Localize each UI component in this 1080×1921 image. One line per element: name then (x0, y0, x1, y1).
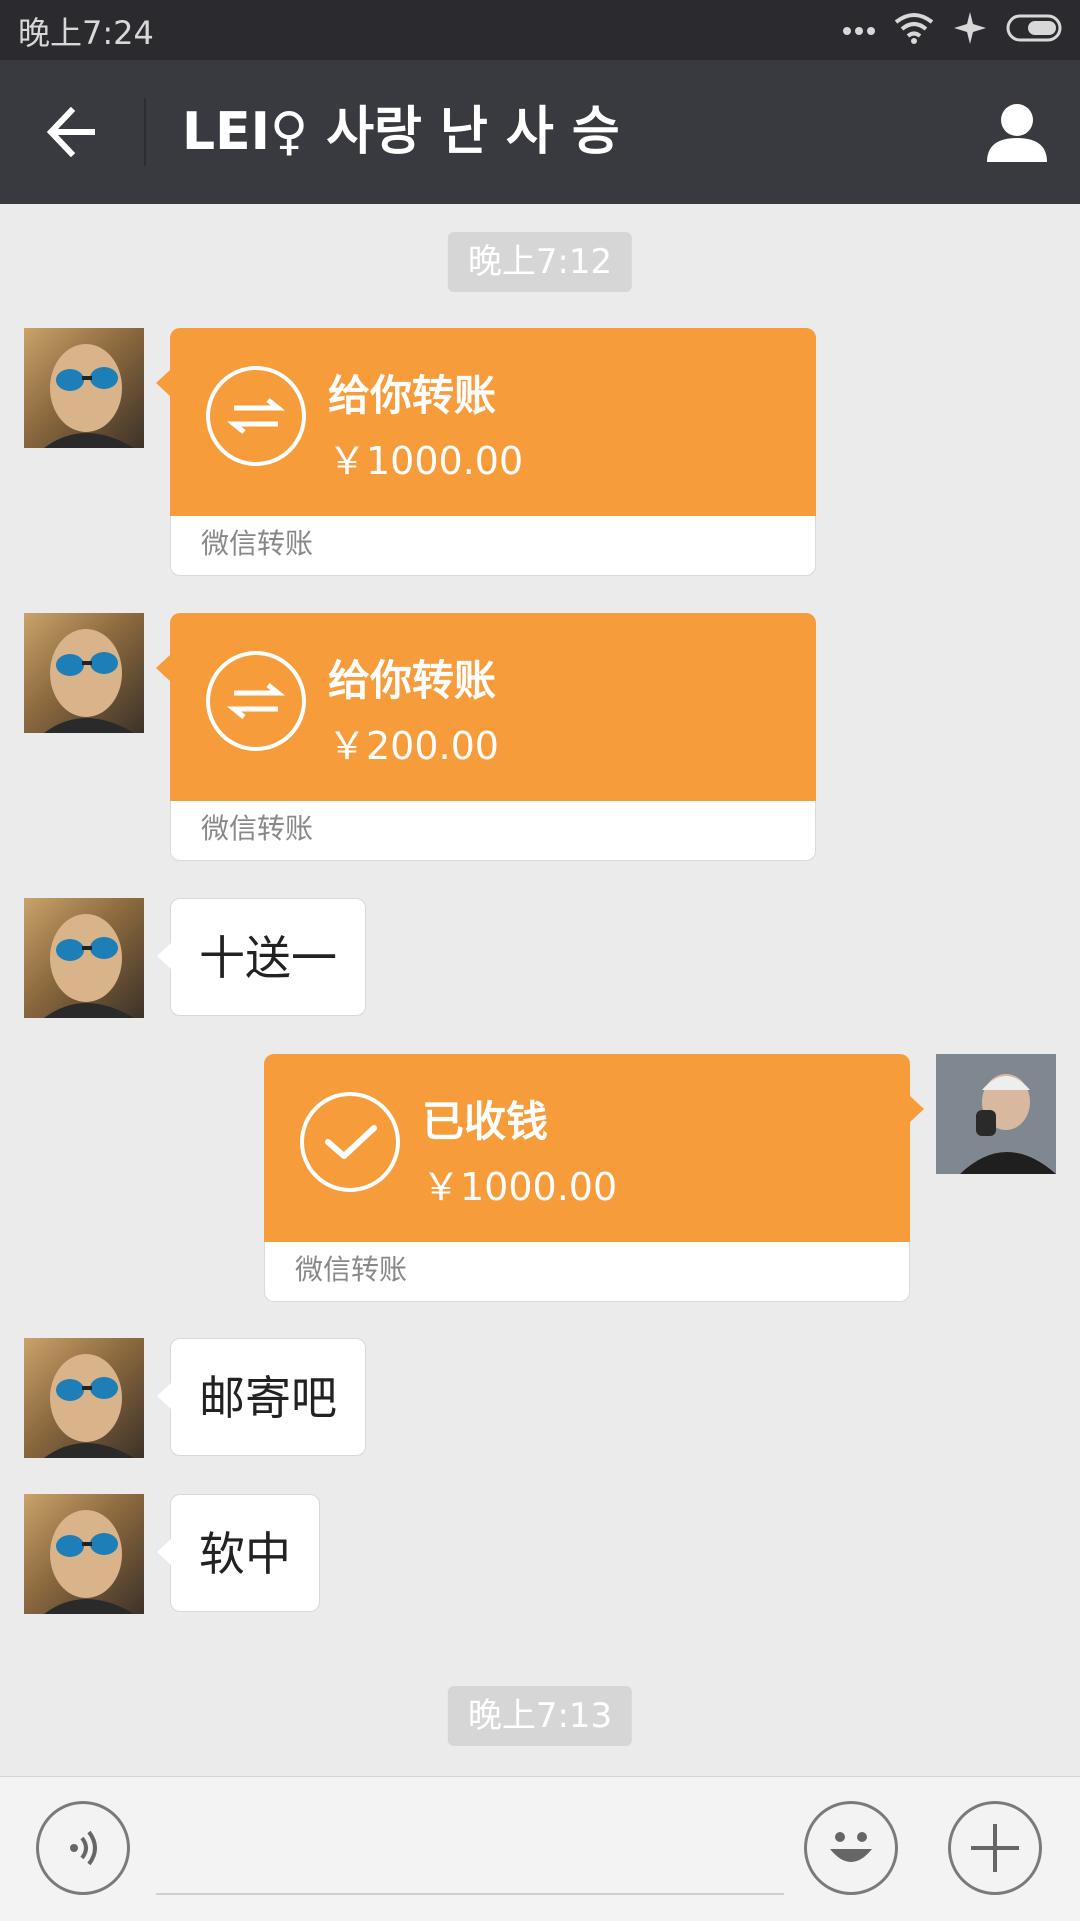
status-time: 晚上7:24 (18, 14, 154, 52)
transfer-footer: 微信转账 (170, 516, 816, 576)
transfer-amount: ￥200.00 (328, 724, 499, 768)
more-dots-icon (842, 21, 876, 40)
transfer-message[interactable]: 给你转账 ￥1000.00 微信转账 (156, 328, 816, 576)
input-bar (0, 1776, 1080, 1921)
status-icons (842, 10, 1066, 50)
header-divider (144, 98, 146, 166)
airplane-icon (952, 10, 988, 50)
transfer-message[interactable]: 已收钱 ￥1000.00 微信转账 (264, 1054, 924, 1302)
transfer-card: 给你转账 ￥200.00 (156, 613, 816, 801)
chat-title: LEI♀ 사랑 난 사 승 (182, 102, 620, 162)
emoji-button[interactable] (804, 1801, 898, 1895)
status-bar: 晚上7:24 (0, 0, 1080, 60)
avatar[interactable] (24, 898, 144, 1018)
back-arrow-icon (46, 107, 95, 157)
avatar-image (44, 629, 134, 733)
wifi-icon (894, 12, 934, 48)
transfer-message[interactable]: 给你转账 ￥200.00 微信转账 (156, 613, 816, 861)
transfer-footer: 微信转账 (264, 1242, 910, 1302)
avatar[interactable] (24, 328, 144, 448)
text-message[interactable]: 软中 (157, 1494, 320, 1612)
avatar-image (44, 1354, 134, 1458)
transfer-title: 已收钱 (422, 1097, 549, 1146)
avatar-image (936, 1054, 1056, 1174)
timestamp: 晚上7:12 (447, 232, 633, 292)
avatar[interactable] (24, 613, 144, 733)
avatar-image (44, 344, 134, 448)
check-circle-icon (300, 1092, 400, 1192)
avatar[interactable] (24, 1338, 144, 1458)
transfer-card: 已收钱 ￥1000.00 (264, 1054, 924, 1242)
back-button[interactable] (30, 92, 114, 172)
text-message[interactable]: 邮寄吧 (157, 1338, 366, 1456)
transfer-arrows-icon (206, 366, 306, 466)
avatar-self[interactable] (936, 1054, 1056, 1174)
voice-icon (70, 1830, 97, 1866)
transfer-arrows-icon (206, 651, 306, 751)
person-icon (987, 104, 1047, 162)
chat-header: LEI♀ 사랑 난 사 승 (0, 60, 1080, 204)
transfer-amount: ￥1000.00 (328, 439, 524, 483)
transfer-title: 给你转账 (328, 371, 497, 420)
more-button[interactable] (948, 1801, 1042, 1895)
smiley-icon (830, 1832, 872, 1862)
message-input[interactable] (156, 1813, 784, 1895)
voice-button[interactable] (36, 1801, 130, 1895)
avatar-image (44, 1510, 134, 1614)
chat-list[interactable]: 晚上7:12 给你转账 ￥1000.00 微信转账 给你转账 ￥200.00 微… (0, 204, 1080, 1776)
transfer-title: 给你转账 (328, 656, 497, 705)
avatar-image (44, 914, 134, 1018)
transfer-card: 给你转账 ￥1000.00 (156, 328, 816, 516)
profile-button[interactable] (980, 96, 1054, 170)
avatar[interactable] (24, 1494, 144, 1614)
plus-icon (971, 1824, 1019, 1872)
timestamp: 晚上7:13 (447, 1686, 633, 1746)
transfer-amount: ￥1000.00 (422, 1165, 618, 1209)
transfer-footer: 微信转账 (170, 801, 816, 861)
battery-icon (1006, 14, 1066, 46)
text-message[interactable]: 十送一 (157, 898, 366, 1016)
